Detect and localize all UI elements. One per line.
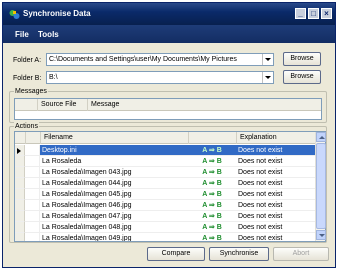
column-message[interactable]: Message (87, 99, 321, 111)
compare-button[interactable]: Compare (147, 247, 205, 261)
menu-tools[interactable]: Tools (38, 30, 59, 39)
minimize-button[interactable]: _ (295, 8, 306, 19)
browse-a-button[interactable]: Browse (283, 52, 321, 66)
row-explanation: Does not exist (236, 200, 316, 211)
row-direction: A ⇒ B (188, 233, 236, 241)
row-filename: La Rosaleda\Imagen 043.jpg (40, 167, 188, 178)
row-direction: A ⇒ B (188, 200, 236, 211)
row-selector[interactable] (15, 233, 25, 241)
row-explanation: Does not exist (236, 178, 316, 189)
table-row[interactable]: La Rosaleda A ⇒ B Does not exist (15, 156, 316, 167)
title-bar[interactable]: Synchronise Data _ □ × (3, 3, 335, 25)
row-selector[interactable] (15, 167, 25, 178)
chevron-down-icon[interactable] (262, 72, 273, 83)
messages-header-blank (15, 99, 37, 111)
folder-b-value: B:\ (49, 74, 58, 81)
actions-header: Filename Explanation (15, 132, 315, 144)
row-selector[interactable] (15, 178, 25, 189)
table-row[interactable]: La Rosaleda\Imagen 048.jpg A ⇒ B Does no… (15, 222, 316, 233)
folder-a-label: Folder A: (13, 57, 42, 64)
synchronise-button[interactable]: Synchronise (209, 247, 269, 261)
table-row[interactable]: La Rosaleda\Imagen 043.jpg A ⇒ B Does no… (15, 167, 316, 178)
actions-scrollbar[interactable] (315, 132, 326, 241)
row-explanation: Does not exist (236, 156, 316, 167)
row-explanation: Does not exist (236, 189, 316, 200)
row-direction: A ⇒ B (188, 145, 236, 156)
column-explanation[interactable]: Explanation (236, 132, 315, 144)
row-filename: La Rosaleda (40, 156, 188, 167)
maximize-button[interactable]: □ (308, 8, 319, 19)
row-explanation: Does not exist (236, 233, 316, 241)
column-source-file[interactable]: Source File (37, 99, 87, 111)
row-direction: A ⇒ B (188, 222, 236, 233)
column-direction[interactable] (188, 132, 236, 144)
chevron-down-icon (319, 234, 325, 237)
column-filename[interactable]: Filename (40, 132, 188, 144)
row-filename: La Rosaleda\Imagen 049.jpg (40, 233, 188, 241)
row-explanation: Does not exist (236, 222, 316, 233)
table-row[interactable]: Desktop.ini A ⇒ B Does not exist (15, 145, 316, 156)
chevron-down-icon[interactable] (262, 54, 273, 65)
row-explanation: Does not exist (236, 211, 316, 222)
row-explanation: Does not exist (236, 167, 316, 178)
sync-icon (9, 10, 20, 19)
row-selector[interactable] (15, 200, 25, 211)
table-row[interactable]: La Rosaleda\Imagen 047.jpg A ⇒ B Does no… (15, 211, 316, 222)
folder-a-combo[interactable]: C:\Documents and Settings\user\My Docume… (46, 53, 274, 66)
row-direction: A ⇒ B (188, 167, 236, 178)
row-direction: A ⇒ B (188, 211, 236, 222)
menu-bar: File Tools (3, 25, 335, 43)
actions-grid[interactable]: Filename Explanation Desktop.ini A ⇒ B D… (14, 131, 326, 242)
folder-a-value: C:\Documents and Settings\user\My Docume… (49, 56, 237, 63)
actions-legend: Actions (14, 122, 39, 131)
messages-legend: Messages (14, 87, 48, 96)
table-row[interactable]: La Rosaleda\Imagen 044.jpg A ⇒ B Does no… (15, 178, 316, 189)
messages-group: Messages Source File Message (9, 87, 327, 123)
folder-b-label: Folder B: (13, 75, 42, 82)
table-row[interactable]: La Rosaleda\Imagen 049.jpg A ⇒ B Does no… (15, 233, 316, 241)
table-row[interactable]: La Rosaleda\Imagen 045.jpg A ⇒ B Does no… (15, 189, 316, 200)
current-row-icon (17, 148, 21, 154)
menu-file[interactable]: File (15, 30, 29, 39)
scroll-up-button[interactable] (316, 132, 326, 142)
table-row[interactable]: La Rosaleda\Imagen 046.jpg A ⇒ B Does no… (15, 200, 316, 211)
row-selector[interactable] (15, 189, 25, 200)
window-title: Synchronise Data (23, 9, 91, 18)
scroll-down-button[interactable] (316, 230, 326, 240)
actions-header-blank (25, 132, 40, 144)
actions-group: Actions Filename Explanation Desktop.ini… (9, 122, 327, 243)
messages-list[interactable]: Source File Message (14, 98, 322, 120)
browse-b-button[interactable]: Browse (283, 70, 321, 84)
scroll-thumb[interactable] (316, 143, 326, 229)
synchronise-data-window: Synchronise Data _ □ × File Tools Folder… (2, 2, 336, 268)
row-filename: La Rosaleda\Imagen 044.jpg (40, 178, 188, 189)
folder-b-combo[interactable]: B:\ (46, 71, 274, 84)
row-direction: A ⇒ B (188, 178, 236, 189)
chevron-up-icon (319, 136, 325, 139)
row-selector[interactable] (15, 145, 25, 156)
row-direction: A ⇒ B (188, 156, 236, 167)
row-direction: A ⇒ B (188, 189, 236, 200)
row-filename: La Rosaleda\Imagen 046.jpg (40, 200, 188, 211)
messages-header: Source File Message (15, 99, 321, 111)
row-filename: Desktop.ini (40, 145, 188, 156)
close-button[interactable]: × (321, 8, 332, 19)
row-filename: La Rosaleda\Imagen 045.jpg (40, 189, 188, 200)
row-explanation: Does not exist (236, 145, 316, 156)
row-filename: La Rosaleda\Imagen 047.jpg (40, 211, 188, 222)
row-selector[interactable] (15, 222, 25, 233)
row-filename: La Rosaleda\Imagen 048.jpg (40, 222, 188, 233)
row-selector[interactable] (15, 156, 25, 167)
row-selector[interactable] (15, 211, 25, 222)
abort-button[interactable]: Abort (273, 247, 329, 261)
actions-header-selector (15, 132, 25, 144)
